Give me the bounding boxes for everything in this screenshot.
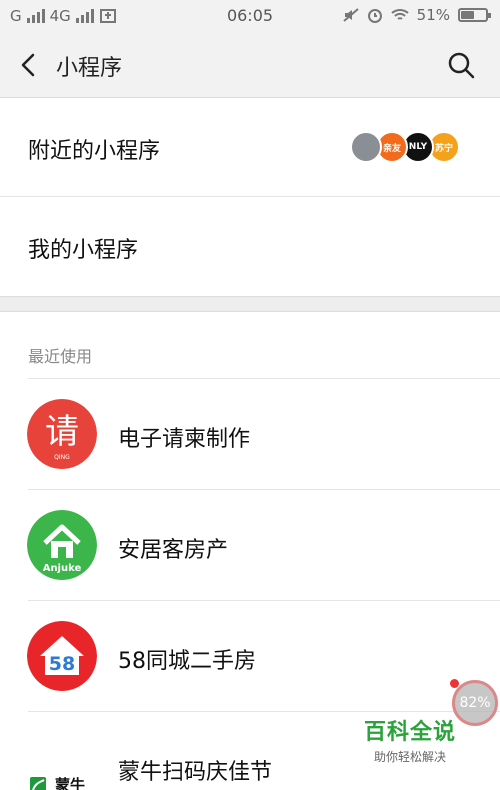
my-mini-programs-entry[interactable]: 我的小程序 xyxy=(0,198,500,296)
58-icon-text: 58 xyxy=(49,653,75,675)
page-title: 小程序 xyxy=(56,56,123,81)
floating-percent: 82% xyxy=(459,695,491,711)
recent-app-name: 安居客房产 xyxy=(118,538,229,563)
recent-section-title: 最近使用 xyxy=(28,347,93,366)
invitation-icon-char: 请 xyxy=(45,412,79,452)
mute-icon xyxy=(343,8,359,22)
mine-label: 我的小程序 xyxy=(28,238,139,263)
wifi-icon xyxy=(390,9,409,20)
building-thumb xyxy=(350,131,382,163)
recent-app-row[interactable]: 请 QING 电子请柬制作 xyxy=(0,379,500,490)
invitation-app-icon: 请 QING xyxy=(27,399,97,469)
anjuke-icon-text: Anjuke xyxy=(43,563,82,574)
58-app-icon: 58 xyxy=(27,621,97,691)
mengniu-icon-text: 蒙牛 xyxy=(55,776,85,790)
watermark: 百科全说 助你轻松解决 xyxy=(355,714,465,765)
watermark-main: 百科全说 xyxy=(363,720,456,745)
nav-bar: 小程序 xyxy=(0,32,500,98)
nearby-label: 附近的小程序 xyxy=(28,139,161,164)
recent-app-name: 58同城二手房 xyxy=(118,649,256,674)
battery-icon xyxy=(458,8,491,22)
alarm-icon xyxy=(367,9,382,23)
chevron-left-icon[interactable] xyxy=(14,50,44,80)
battery-fill xyxy=(461,11,475,19)
recent-app-row[interactable]: Anjuke 安居客房产 xyxy=(0,490,500,601)
notification-dot xyxy=(450,679,459,688)
recent-app-name: 电子请柬制作 xyxy=(118,427,251,452)
anjuke-app-icon: Anjuke xyxy=(27,510,97,580)
search-icon[interactable] xyxy=(446,50,476,80)
section-divider xyxy=(0,296,500,312)
recent-app-row[interactable]: 58 58同城二手房 xyxy=(0,601,500,712)
invitation-icon-sub: QING xyxy=(54,454,70,461)
mengniu-app-icon: 蒙牛 xyxy=(27,732,97,790)
status-bar: G 4G 06:05 51% xyxy=(0,0,500,32)
watermark-sub: 助你轻松解决 xyxy=(373,750,446,764)
nearby-thumbnails: 亲友 NLY 苏宁 xyxy=(350,131,460,163)
nearby-mini-programs-entry[interactable]: 附近的小程序 亲友 NLY 苏宁 xyxy=(0,99,500,197)
status-right: 51% xyxy=(343,6,491,24)
battery-percent: 51% xyxy=(416,6,450,24)
recent-app-name: 蒙牛扫码庆佳节 xyxy=(118,760,273,785)
